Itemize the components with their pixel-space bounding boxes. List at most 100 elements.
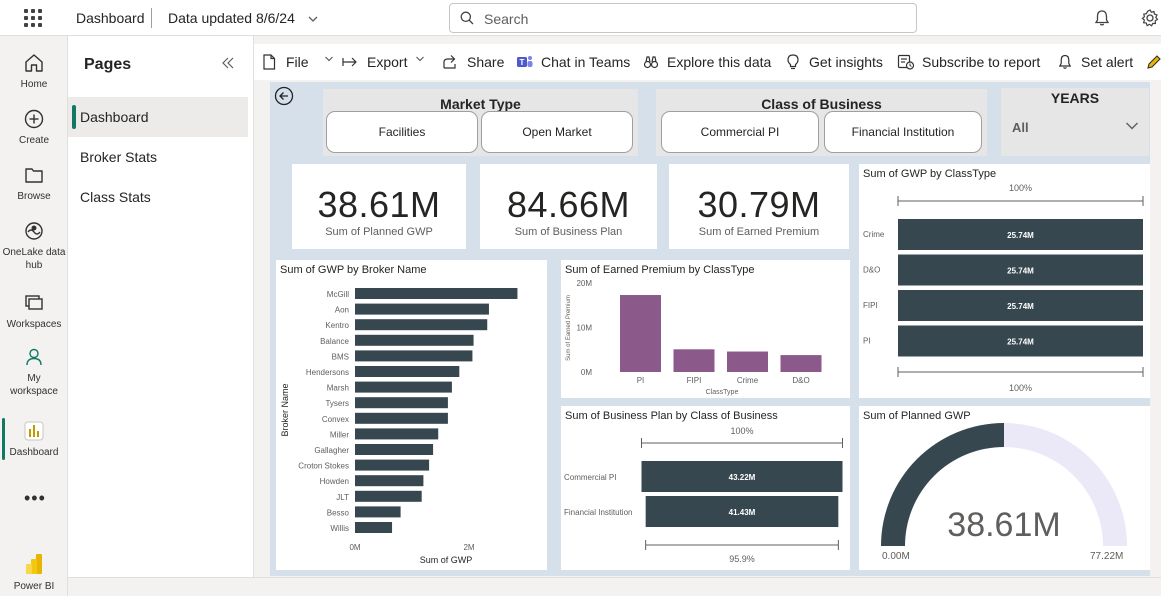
nav-workspaces[interactable]: Workspaces (0, 292, 68, 331)
chart-plan-by-class[interactable]: Sum of Business Plan by Class of Busines… (561, 406, 850, 570)
x-tick-label: Crime (737, 376, 759, 385)
workspaces-icon (25, 295, 43, 310)
category-tick-label: Commercial PI (564, 473, 616, 482)
back-arrow-icon[interactable] (274, 86, 294, 106)
broker-bar-chart-svg: McGill Aon Kentro Balance BMS Hendersons Marsh… (280, 288, 518, 565)
subscribe-label: Subscribe to report (922, 54, 1041, 70)
export-label: Export (367, 54, 408, 70)
chart-planned-gwp-gauge[interactable]: Sum of Planned GWP 38.61M 0.00M 77.22M (859, 406, 1150, 570)
get-insights-label: Get insights (809, 54, 883, 70)
broker-bar (355, 459, 430, 471)
person-icon (26, 348, 42, 366)
page-broker-stats[interactable]: Broker Stats (68, 137, 248, 177)
bar-data-label: 25.74M (1007, 267, 1034, 276)
top-bracket (641, 438, 843, 448)
slicer-option-commercial-pi[interactable]: Commercial PI (661, 111, 819, 153)
share-icon (443, 55, 456, 69)
category-tick-label: D&O (863, 266, 880, 275)
bottom-percent-label: 95.9% (729, 554, 755, 564)
slicer-option-open-market[interactable]: Open Market (481, 111, 633, 153)
nav-workspaces-label: Workspaces (6, 319, 62, 330)
x-tick-label: D&O (792, 376, 809, 385)
gear-icon[interactable] (1140, 8, 1160, 28)
top-bracket (897, 196, 1144, 206)
earned-column-chart-svg: 0M 10M 20M PI FIPI Crime D&O ClassType Sum of Ea… (566, 279, 822, 396)
kpi-card-planned-gwp[interactable]: 38.61M Sum of Planned GWP (292, 164, 466, 249)
onelake-icon (25, 222, 43, 240)
x-tick-label: PI (637, 376, 645, 385)
nav-home-label: Home (20, 79, 48, 90)
pages-title: Pages (84, 56, 132, 73)
gwp-classtype-chart-svg: 100% Crime 25.74M D&O 25.74M FIPI 25.74M PI 25.7… (863, 183, 1144, 393)
y-axis-label: Sum of Earned Premium (566, 295, 572, 361)
slicer-option-financial-institution[interactable]: Financial Institution (824, 111, 982, 153)
left-nav: Home Create Browse OneLake data hub Work… (0, 36, 68, 596)
subscribe-icon (897, 54, 915, 70)
broker-bar (355, 444, 434, 455)
broker-tick-label: Convex (322, 415, 349, 424)
nav-browse[interactable]: Browse (0, 164, 68, 203)
years-dropdown-value[interactable]: All (1012, 120, 1029, 135)
broker-bar (355, 397, 448, 409)
nav-dashboard[interactable]: Dashboard (0, 420, 68, 459)
plus-circle-icon (24, 109, 44, 129)
page-broker-stats-label: Broker Stats (80, 149, 158, 165)
broker-bar (355, 303, 489, 315)
app-launcher-icon[interactable] (24, 9, 42, 27)
broker-bar (355, 475, 424, 487)
chevron-down-icon[interactable] (307, 13, 319, 25)
collapse-pane-icon[interactable] (221, 56, 235, 70)
broker-bar (355, 522, 393, 533)
slicer-option-facilities[interactable]: Facilities (326, 111, 478, 153)
nav-home[interactable]: Home (0, 52, 68, 91)
chart-gwp-by-broker[interactable]: Sum of GWP by Broker Name McGill Aon Kentr… (276, 260, 547, 570)
chart-earned-by-classtype[interactable]: Sum of Earned Premium by ClassType 0M 10M… (561, 260, 850, 398)
years-slicer: YEARS All (1001, 88, 1149, 156)
class-of-business-slicer: Class of Business Commercial PI Financia… (656, 89, 987, 156)
kpi-card-earned-premium[interactable]: 30.79M Sum of Earned Premium (669, 164, 849, 249)
chevron-down-icon (325, 56, 333, 62)
report-title: Dashboard (76, 10, 145, 26)
export-icon (342, 57, 357, 67)
title-divider (151, 8, 152, 28)
page-class-stats[interactable]: Class Stats (68, 177, 248, 217)
home-icon (25, 54, 43, 72)
broker-tick-label: Tysers (325, 399, 349, 408)
nav-create[interactable]: Create (0, 108, 68, 147)
x-tick-label: 2M (463, 543, 474, 552)
binoculars-icon (643, 56, 659, 69)
alert-bell-icon (1058, 54, 1072, 69)
broker-tick-label: Croton Stokes (298, 462, 349, 471)
edit-pencil-icon[interactable] (1146, 54, 1161, 70)
kpi-value: 38.61M (317, 184, 441, 225)
search-placeholder: Search (484, 11, 529, 27)
nav-my-workspace[interactable]: My workspace (0, 346, 68, 398)
report-toolbar: File Export Share T Chat in Teams Explor… (254, 44, 1161, 80)
kpi-label: Sum of Planned GWP (325, 226, 433, 238)
market-type-slicer: Market Type Facilities Open Market (323, 89, 638, 156)
chart-gwp-by-classtype[interactable]: Sum of GWP by ClassType 100% Crime 25.74M D… (859, 164, 1150, 398)
more-icon[interactable]: ••• (24, 488, 46, 509)
bar-chart-icon (24, 421, 44, 441)
kpi-card-business-plan[interactable]: 84.66M Sum of Business Plan (480, 164, 657, 249)
kpi-label: Sum of Earned Premium (698, 226, 820, 238)
earned-column (620, 295, 661, 372)
search-input[interactable]: Search (449, 3, 917, 33)
x-axis-label: Sum of GWP (420, 555, 473, 565)
bar-data-label: 43.22M (729, 473, 756, 482)
gauge-min-label: 0.00M (882, 551, 910, 562)
powerbi-logo-icon (26, 554, 42, 574)
broker-tick-label: Balance (320, 337, 349, 346)
bar-data-label: 25.74M (1007, 338, 1034, 347)
nav-browse-label: Browse (17, 191, 51, 202)
top-percent-label: 100% (1009, 183, 1032, 193)
broker-bar (355, 350, 473, 362)
chevron-down-icon[interactable] (1125, 121, 1139, 131)
nav-onelake[interactable]: OneLake data hub (0, 220, 68, 272)
nav-dashboard-label: Dashboard (9, 447, 59, 458)
nav-create-label: Create (18, 135, 49, 146)
nav-powerbi[interactable]: Power BI (0, 552, 68, 593)
page-dashboard[interactable]: Dashboard (68, 97, 248, 137)
data-updated-dropdown[interactable]: Data updated 8/6/24 (168, 10, 295, 26)
bell-icon[interactable] (1093, 9, 1111, 27)
